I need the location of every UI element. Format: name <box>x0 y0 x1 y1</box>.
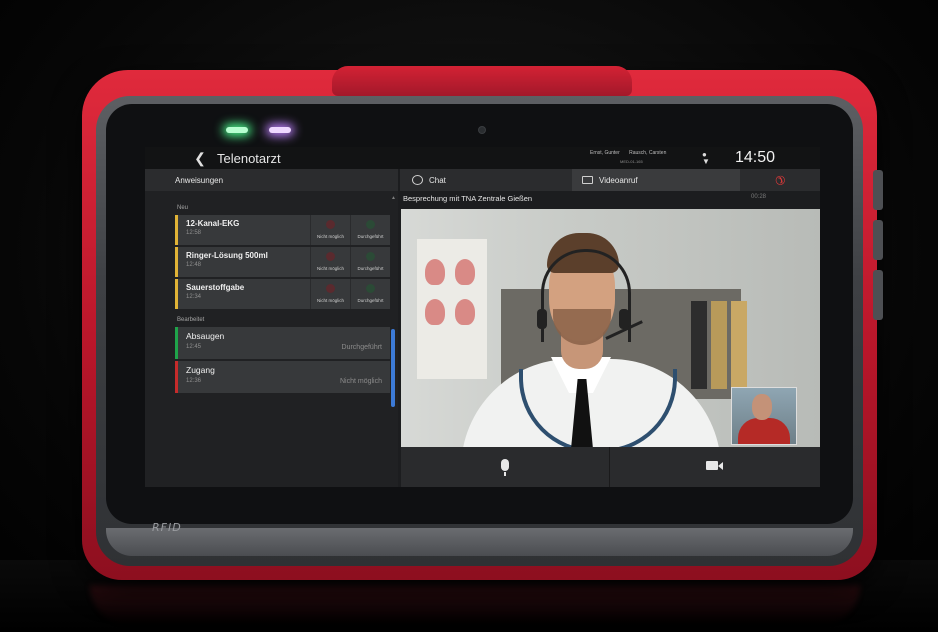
mic-icon <box>501 459 509 471</box>
call-title: Besprechung mit TNA Zentrale Gießen <box>403 194 533 203</box>
tab-video[interactable]: Videoanruf <box>572 169 740 191</box>
instructions-panel: ▲ Neu 12-Kanal-EKG 12:58 Nicht möglich D… <box>145 191 398 487</box>
task-time: 12:58 <box>186 230 202 236</box>
signal-icon: ● ▼ <box>702 150 710 166</box>
controls-divider <box>609 447 610 487</box>
camera-icon-lens <box>718 462 723 470</box>
tab-instructions[interactable]: Anweisungen <box>145 169 398 191</box>
video-icon <box>582 176 593 184</box>
done-button[interactable]: Durchgeführt <box>350 247 390 277</box>
poster-graphic <box>425 259 445 285</box>
list-item[interactable]: Absaugen 12:45 Durchgeführt <box>175 327 390 359</box>
headset <box>541 249 631 342</box>
camera-icon <box>706 461 718 470</box>
binder <box>711 301 727 389</box>
list-item[interactable]: Zugang 12:36 Nicht möglich <box>175 361 390 393</box>
task-name: Absaugen <box>186 331 225 341</box>
task-name: Ringer-Lösung 500ml <box>186 251 268 260</box>
status-led-purple <box>269 127 291 133</box>
status-led-green <box>226 127 248 133</box>
tablet-screen: ❮ Telenotarzt Ernst, Gunter Rausch, Cars… <box>145 147 820 487</box>
task-time: 12:34 <box>186 294 202 300</box>
device-reflection <box>90 585 860 625</box>
done-button[interactable]: Durchgeführt <box>350 279 390 309</box>
side-button-1 <box>873 170 883 210</box>
side-button-2 <box>873 220 883 260</box>
crew-member-1: Ernst, Gunter <box>590 150 620 156</box>
call-controls <box>401 447 820 487</box>
device-bottom-strip <box>106 528 853 556</box>
back-icon[interactable]: ❮ <box>189 150 211 167</box>
poster-graphic <box>455 299 475 325</box>
hangup-button[interactable]: ✆ <box>740 169 820 191</box>
binder <box>731 301 747 389</box>
tab-instructions-label: Anweisungen <box>175 175 224 185</box>
check-icon <box>366 252 375 261</box>
side-button-3 <box>873 270 883 320</box>
chat-icon <box>412 175 423 185</box>
task-name: Zugang <box>186 365 215 375</box>
check-icon <box>366 220 375 229</box>
mic-icon-stem <box>504 472 506 476</box>
check-icon <box>366 284 375 293</box>
binder <box>691 301 707 389</box>
scroll-up-icon[interactable]: ▲ <box>391 195 396 201</box>
page-title: Telenotarzt <box>217 150 281 166</box>
clock: 14:50 <box>735 149 776 166</box>
vehicle-id: MED-01-165 <box>620 159 643 164</box>
headset-earcup <box>537 309 547 329</box>
call-duration: 00:28 <box>751 194 767 200</box>
front-camera <box>479 127 485 133</box>
task-time: 12:45 <box>186 344 202 350</box>
tab-video-label: Videoanruf <box>599 175 638 185</box>
not-possible-button[interactable]: Nicht möglich <box>310 247 350 277</box>
crew-names: Ernst, Gunter Rausch, Carsten <box>590 150 674 156</box>
tab-chat-label: Chat <box>429 175 446 185</box>
done-button[interactable]: Durchgeführt <box>350 215 390 245</box>
crew-member-2: Rausch, Carsten <box>629 150 667 156</box>
cross-icon <box>326 252 335 261</box>
tab-chat[interactable]: Chat <box>400 169 572 191</box>
self-view-body <box>738 418 790 444</box>
task-time: 12:36 <box>186 378 202 384</box>
video-feed <box>401 209 820 447</box>
cross-icon <box>326 284 335 293</box>
self-view-face <box>752 394 772 420</box>
task-name: 12-Kanal-EKG <box>186 219 240 228</box>
section-new: Neu <box>177 205 189 211</box>
device-handle <box>332 66 632 96</box>
scrollbar[interactable] <box>391 329 395 407</box>
anatomy-poster <box>417 239 487 379</box>
self-view[interactable] <box>731 387 797 445</box>
rfid-logo: RFID <box>152 521 182 534</box>
task-item: Sauerstoffgabe 12:34 Nicht möglich Durch… <box>175 279 390 309</box>
task-result: Nicht möglich <box>339 378 382 385</box>
hangup-icon: ✆ <box>771 171 789 189</box>
task-result: Durchgeführt <box>341 344 382 351</box>
poster-graphic <box>425 299 445 325</box>
task-name: Sauerstoffgabe <box>186 283 245 292</box>
not-possible-button[interactable]: Nicht möglich <box>310 279 350 309</box>
poster-graphic <box>455 259 475 285</box>
task-item: Ringer-Lösung 500ml 12:48 Nicht möglich … <box>175 247 390 277</box>
section-processed: Bearbeitet <box>177 317 205 323</box>
task-time: 12:48 <box>186 262 202 268</box>
not-possible-button[interactable]: Nicht möglich <box>310 215 350 245</box>
cross-icon <box>326 220 335 229</box>
task-item: 12-Kanal-EKG 12:58 Nicht möglich Durchge… <box>175 215 390 245</box>
top-bar: ❮ Telenotarzt Ernst, Gunter Rausch, Cars… <box>145 147 820 169</box>
